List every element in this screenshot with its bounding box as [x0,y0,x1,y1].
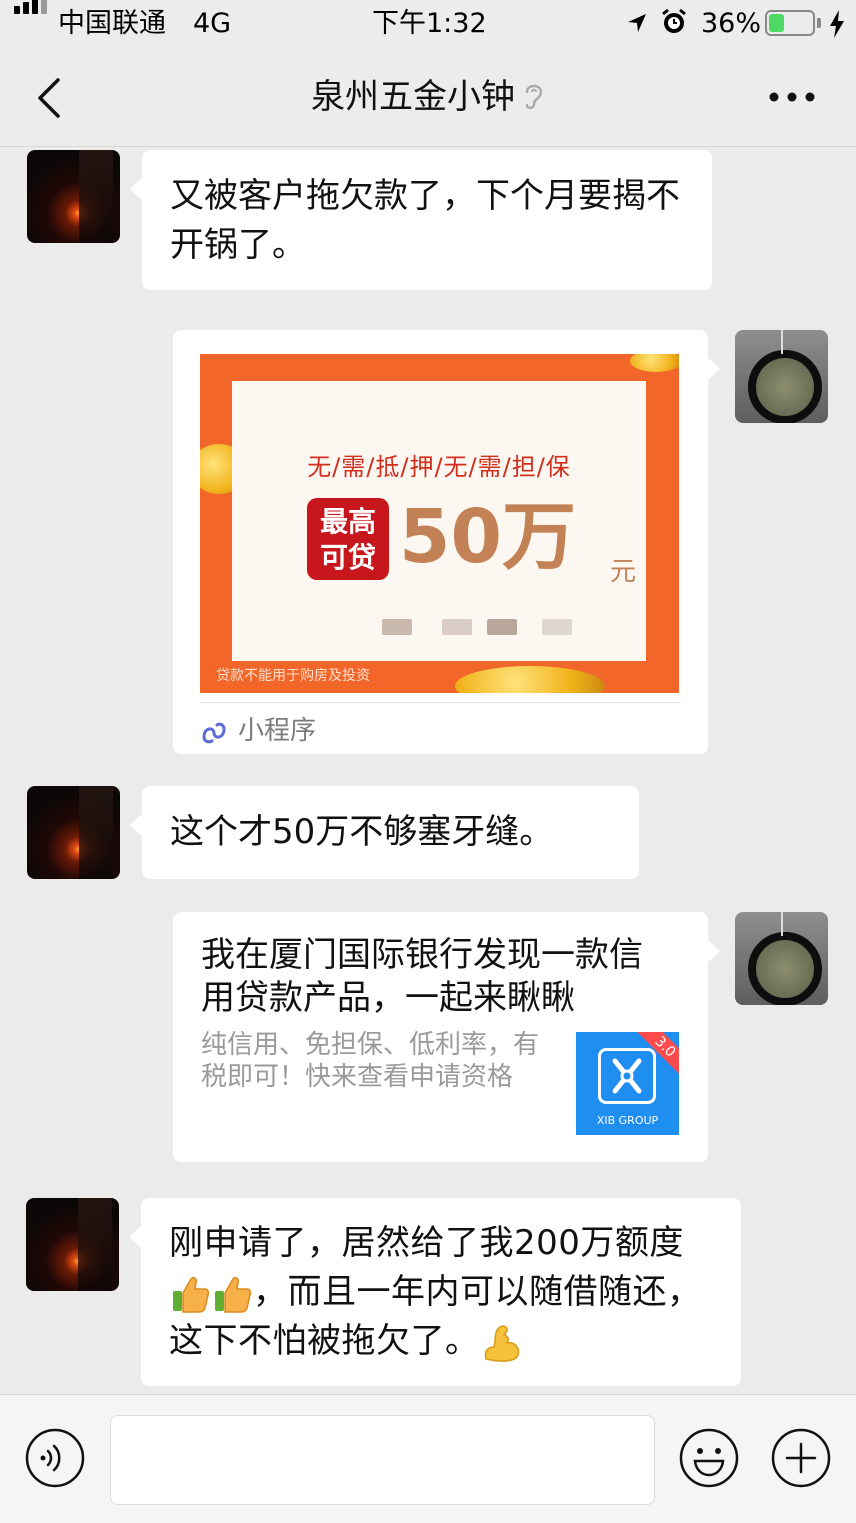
more-options-icon[interactable] [762,80,822,114]
message-bubble[interactable]: 这个才50万不够塞牙缝。 [130,786,639,879]
message-text: 又被客户拖欠款了，下个月要揭不开锅了。 [170,176,680,265]
xib-logo-icon [598,1048,656,1104]
promo-headline: 无/需/抵/押/无/需/担/保 [307,453,571,481]
promo-card: 无/需/抵/押/无/需/担/保 最高可贷 50万 元 [232,381,646,661]
message-text: 这个才50万不够塞牙缝。 [170,812,554,852]
clock: 下午1:32 [372,8,487,39]
divider [200,702,681,703]
message-input[interactable] [110,1415,655,1505]
alarm-icon [662,8,686,33]
blurred-text [382,619,412,635]
thumbs-up-icon [173,1276,210,1313]
chat-title-row: 泉州五金小钟 [0,74,856,120]
promo-unit: 元 [610,557,637,587]
blurred-text [542,619,572,635]
mini-program-label: 小程序 [238,716,317,746]
message-bubble[interactable]: 刚申请了，居然给了我200万额度，而且一年内可以随借随还，这下不怕被拖欠了。 [129,1198,741,1386]
status-bar: 中国联通 4G 下午1:32 36% [0,0,856,50]
coin-pile-image [455,666,605,693]
link-thumbnail: 3.0 XIB GROUP [576,1032,679,1135]
location-icon [628,14,646,32]
input-bar [0,1394,856,1523]
link-description: 纯信用、免担保、低利率，有税即可！快来查看申请资格 [201,1030,540,1092]
earpiece-mode-icon [525,84,543,110]
coin-image [630,354,679,372]
contact-avatar[interactable] [26,1198,119,1291]
contact-avatar[interactable] [27,786,120,879]
my-avatar[interactable] [735,912,828,1005]
chat-header: 泉州五金小钟 [0,50,856,147]
link-title: 我在厦门国际银行发现一款信用贷款产品，一起来瞅瞅 [201,935,643,1018]
chat-title: 泉州五金小钟 [311,77,515,117]
promo-badge: 最高可贷 [307,498,389,580]
battery-percent: 36% [701,8,762,39]
flexed-biceps-icon [484,1324,519,1362]
promo-badge-text: 最高可贷 [319,505,376,574]
add-attachment-icon[interactable] [770,1427,832,1489]
promo-banner: 无/需/抵/押/无/需/担/保 最高可贷 50万 元 贷款不能用于购房及投资 [200,354,679,693]
emoji-icon[interactable] [678,1427,740,1489]
charging-icon [830,10,844,38]
my-avatar[interactable] [735,330,828,423]
battery-tip [817,18,821,28]
link-card[interactable]: 我在厦门国际银行发现一款信用贷款产品，一起来瞅瞅 纯信用、免担保、低利率，有税即… [173,912,720,1162]
promo-amount: 50万 [399,494,576,580]
blurred-text [442,619,472,635]
message-text-part: 刚申请了，居然给了我200万额度 [169,1223,684,1263]
carrier-label: 中国联通 [58,8,166,39]
network-label: 4G [193,8,232,39]
thumbs-up-icon [215,1276,252,1313]
xib-logo-text: XIB GROUP [596,1114,659,1127]
contact-avatar[interactable] [27,150,120,243]
message-bubble[interactable]: 又被客户拖欠款了，下个月要揭不开锅了。 [130,150,712,290]
battery-icon [765,10,815,36]
message-text: 刚申请了，居然给了我200万额度，而且一年内可以随借随还，这下不怕被拖欠了。 [169,1219,717,1366]
blurred-text [487,619,517,635]
voice-input-icon[interactable] [24,1427,86,1489]
mini-program-card[interactable]: 无/需/抵/押/无/需/担/保 最高可贷 50万 元 贷款不能用于购房及投资 小… [173,330,720,754]
mini-program-icon [202,722,226,744]
promo-disclaimer: 贷款不能用于购房及投资 [216,668,370,684]
